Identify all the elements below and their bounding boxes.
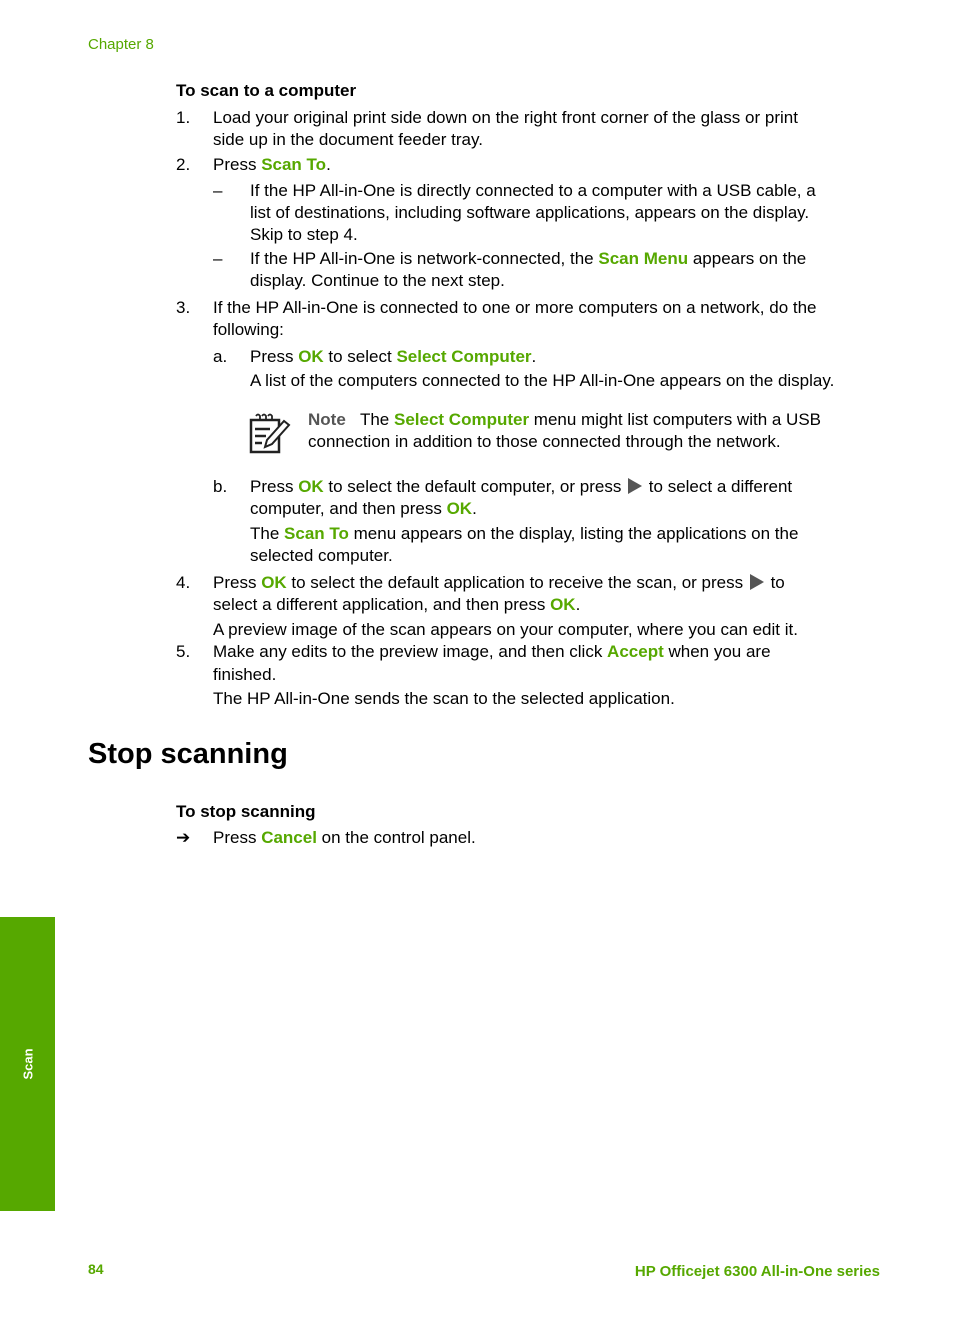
bullet-text: display. Continue to the next step. — [250, 271, 505, 290]
key-select-computer: Select Computer — [393, 410, 530, 429]
text: on the control panel. — [316, 828, 476, 847]
section-heading: Stop scanning — [88, 738, 288, 770]
step-text: following: — [213, 320, 284, 339]
key-scan-menu: Scan Menu — [598, 249, 689, 268]
step-text: Make any edits to the preview image, and… — [213, 641, 771, 663]
key-ok: OK — [298, 347, 324, 366]
footer-title: HP Officejet 6300 All-in-One series — [634, 1263, 880, 1280]
step-text: Press Scan To. — [213, 154, 331, 176]
key-ok: OK — [261, 573, 287, 592]
text: to select a different — [644, 477, 793, 496]
key-ok: OK — [446, 499, 473, 518]
text: when you are — [663, 642, 771, 661]
text: . — [326, 155, 331, 174]
step-number: 2. — [176, 155, 191, 174]
text: to select the default application to rec… — [286, 573, 748, 592]
text: to select — [323, 347, 397, 366]
step-text: finished. — [213, 665, 277, 684]
substep-text: The Scan To menu appears on the display,… — [250, 523, 798, 545]
step-text: The HP All-in-One sends the scan to the … — [213, 689, 675, 708]
note-text: connection in addition to those connecte… — [308, 432, 781, 451]
chapter-tab-label: Scan — [20, 1048, 35, 1080]
text: Press — [213, 828, 262, 847]
substep-marker: a. — [213, 347, 228, 366]
text: Make any edits to the preview image, and… — [213, 642, 608, 661]
substep-text: A list of the computers connected to the… — [250, 371, 835, 390]
text: menu appears on the display, listing the… — [348, 524, 799, 543]
bullet-text: If the HP All-in-One is network-connecte… — [250, 248, 806, 270]
step-text: If the HP All-in-One is connected to one… — [213, 298, 817, 317]
bullet-text: Skip to step 4. — [250, 225, 358, 244]
text: to select the default computer, or press — [323, 477, 627, 496]
substep-text: computer, and then press OK. — [250, 498, 477, 520]
substep-text: Press OK to select Select Computer. — [250, 346, 536, 368]
text: Press — [213, 573, 262, 592]
key-select-computer: Select Computer — [396, 347, 532, 366]
key-ok: OK — [550, 595, 576, 614]
note-label: Note — [308, 410, 346, 429]
procedure-title: To scan to a computer — [176, 81, 357, 100]
step-text: Press OK to select the default applicati… — [213, 572, 785, 594]
bullet-text: If the HP All-in-One is directly connect… — [250, 181, 816, 200]
procedure-title: To stop scanning — [176, 802, 316, 821]
step-number: 1. — [176, 108, 191, 127]
chapter-tab: Scan — [0, 917, 55, 1211]
text: appears on the — [688, 249, 807, 268]
dash-marker: – — [213, 181, 223, 200]
text: Press — [250, 477, 299, 496]
text: . — [531, 347, 537, 366]
key-cancel: Cancel — [261, 828, 317, 847]
key-scan-to: Scan To — [284, 524, 349, 543]
dash-marker: – — [213, 249, 223, 268]
key-accept: Accept — [607, 642, 664, 661]
right-arrow-icon — [628, 478, 643, 494]
text: select a different application, and then… — [213, 595, 551, 614]
right-arrow-icon — [749, 574, 764, 590]
step-text: Press Cancel on the control panel. — [213, 827, 476, 849]
chapter-label: Chapter 8 — [88, 36, 154, 53]
step-text: side up in the document feeder tray. — [213, 130, 483, 149]
text: The — [250, 524, 285, 543]
step-text: select a different application, and then… — [213, 594, 580, 616]
substep-text: Press OK to select the default computer,… — [250, 476, 792, 498]
note-text: Note The Select Computer menu might list… — [308, 409, 821, 431]
key-ok: OK — [298, 477, 324, 496]
key-scan-to: Scan To — [261, 155, 327, 174]
text: Press — [250, 347, 299, 366]
step-number: 5. — [176, 642, 191, 661]
text: Press — [213, 155, 262, 174]
text: The — [359, 410, 394, 429]
page-number: 84 — [88, 1261, 104, 1277]
text: computer, and then press — [250, 499, 447, 518]
substep-text: selected computer. — [250, 546, 393, 565]
bullet-text: list of destinations, including software… — [250, 203, 810, 222]
step-number: 3. — [176, 298, 191, 317]
text: . — [575, 595, 581, 614]
arrow-icon: ➔ — [176, 828, 191, 847]
step-text: A preview image of the scan appears on y… — [213, 620, 798, 639]
text: menu might list computers with a USB — [529, 410, 822, 429]
note-icon — [248, 412, 292, 454]
text: If the HP All-in-One is network-connecte… — [250, 249, 599, 268]
substep-marker: b. — [213, 477, 228, 496]
step-text: Load your original print side down on th… — [213, 108, 798, 127]
step-number: 4. — [176, 573, 191, 592]
text: . — [472, 499, 477, 518]
text: to — [765, 573, 785, 592]
